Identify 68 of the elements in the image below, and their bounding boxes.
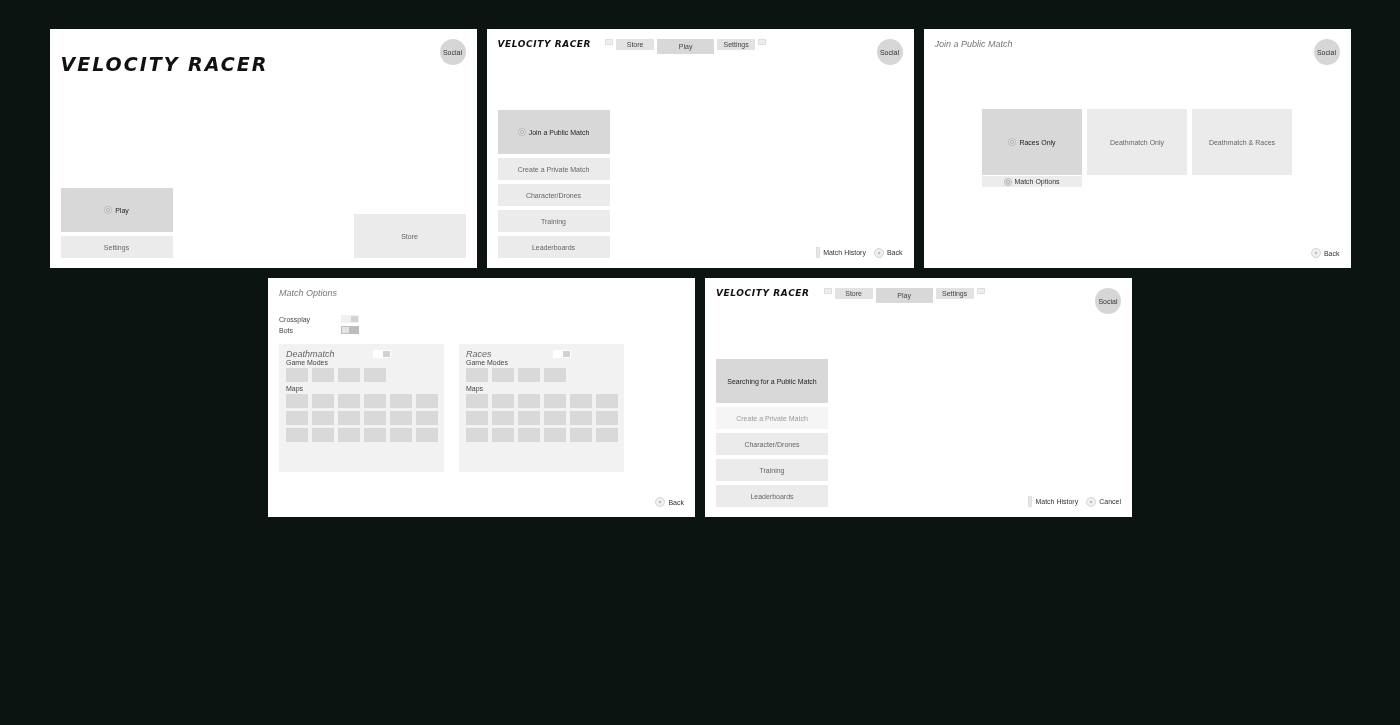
game-mode-tile[interactable] [364, 368, 386, 382]
game-logo: VELOCITY RACER [497, 39, 592, 49]
game-mode-tile[interactable] [544, 368, 566, 382]
map-tile[interactable] [466, 411, 488, 425]
map-tile[interactable] [518, 411, 540, 425]
shoulder-button-icon [758, 39, 767, 45]
panel-title: Races [466, 349, 492, 359]
bar-icon [816, 247, 821, 258]
map-tile[interactable] [416, 394, 438, 408]
game-mode-tile[interactable] [286, 368, 308, 382]
map-tile[interactable] [518, 394, 540, 408]
toggle-switch[interactable] [341, 326, 359, 334]
map-tile[interactable] [570, 411, 592, 425]
toggle-switch[interactable] [341, 315, 359, 323]
map-tile[interactable] [544, 394, 566, 408]
map-tile[interactable] [492, 428, 514, 442]
map-tile[interactable] [416, 411, 438, 425]
panel-title: Deathmatch [286, 349, 335, 359]
map-tile[interactable] [596, 428, 618, 442]
map-tile[interactable] [338, 428, 360, 442]
map-tile[interactable] [492, 394, 514, 408]
game-mode-tile[interactable] [338, 368, 360, 382]
map-tile[interactable] [286, 428, 308, 442]
screen-heading: Match Options [279, 288, 339, 298]
shoulder-button-icon [976, 288, 985, 294]
map-tile[interactable] [466, 428, 488, 442]
map-tile[interactable] [364, 411, 386, 425]
map-tile[interactable] [416, 428, 438, 442]
game-mode-tile[interactable] [312, 368, 334, 382]
map-tile[interactable] [390, 394, 412, 408]
map-tile[interactable] [312, 411, 334, 425]
map-tile[interactable] [518, 428, 540, 442]
circle-button-icon [1008, 138, 1017, 146]
map-tile[interactable] [544, 428, 566, 442]
map-tile[interactable] [338, 394, 360, 408]
map-tile[interactable] [544, 411, 566, 425]
map-tile[interactable] [364, 394, 386, 408]
shoulder-button-icon [823, 288, 832, 294]
circle-button-icon [104, 206, 113, 214]
circle-icon [1086, 496, 1097, 507]
map-tile[interactable] [312, 394, 334, 408]
circle-icon [1310, 248, 1321, 258]
screen-heading: Join a Public Match [934, 39, 1013, 49]
map-tile[interactable] [286, 411, 308, 425]
map-tile[interactable] [390, 428, 412, 442]
map-tile[interactable] [312, 428, 334, 442]
map-tile[interactable] [338, 411, 360, 425]
game-logo: VELOCITY RACER [716, 288, 810, 298]
shoulder-button-icon [605, 39, 614, 45]
game-mode-tile[interactable] [492, 368, 514, 382]
toggle-switch[interactable] [553, 350, 571, 358]
circle-icon [873, 247, 884, 258]
game-mode-tile[interactable] [466, 368, 488, 382]
map-tile[interactable] [286, 394, 308, 408]
map-tile[interactable] [390, 411, 412, 425]
bar-icon [1028, 496, 1033, 507]
game-mode-tile[interactable] [518, 368, 540, 382]
circle-icon [655, 497, 666, 507]
map-tile[interactable] [466, 394, 488, 408]
map-tile[interactable] [570, 428, 592, 442]
map-tile[interactable] [364, 428, 386, 442]
map-tile[interactable] [596, 394, 618, 408]
toggle-switch[interactable] [373, 350, 391, 358]
map-tile[interactable] [570, 394, 592, 408]
map-tile[interactable] [492, 411, 514, 425]
map-tile[interactable] [596, 411, 618, 425]
game-logo: VELOCITY RACER [60, 53, 269, 75]
circle-button-icon [1004, 177, 1013, 186]
